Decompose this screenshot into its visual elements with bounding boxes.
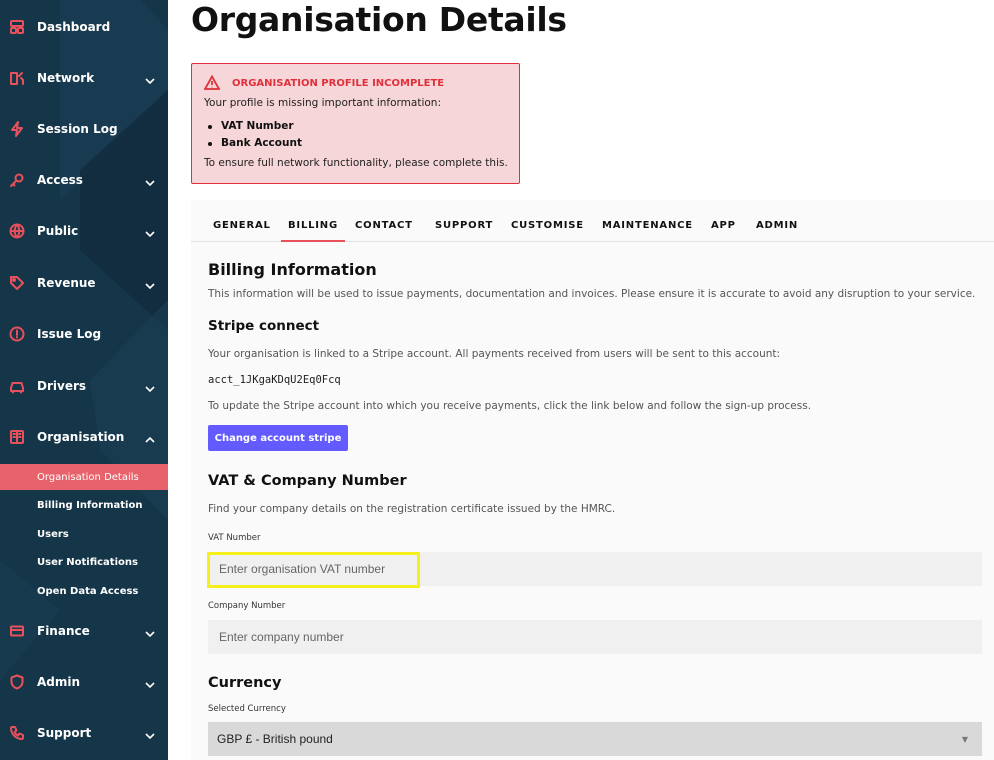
alert-missing-item: VAT Number [204,120,302,137]
stripe-section-title: Stripe connect [208,318,320,334]
settings-card: GENERAL BILLING CONTACT SUPPORT CUSTOMIS… [191,200,994,760]
sidebar-item-label: Revenue [37,276,96,290]
dropdown-arrow-icon: ▼ [961,734,968,744]
currency-select[interactable]: GBP £ - British pound ▼ [208,722,982,756]
vat-number-input[interactable] [208,552,982,586]
car-icon [8,377,26,395]
stripe-update-text: To update the Stripe account into which … [208,400,812,412]
sidebar-item-drivers[interactable]: Drivers [0,366,168,406]
chevron-down-icon [144,380,156,393]
lightning-icon [8,120,26,138]
building-icon [8,428,26,446]
profile-incomplete-alert: ORGANISATION PROFILE INCOMPLETE Your pro… [191,63,520,184]
sidebar-subitem-users[interactable]: Users [0,521,168,547]
sidebar-subitem-label: Open Data Access [37,585,139,597]
company-number-label: Company Number [208,601,286,611]
stripe-linked-text: Your organisation is linked to a Stripe … [208,348,781,360]
key-icon [8,171,26,189]
sidebar-item-session-log[interactable]: Session Log [0,109,168,149]
billing-description: This information will be used to issue p… [208,288,976,300]
sidebar-item-label: Public [37,224,79,238]
page-title: Organisation Details [191,0,567,39]
globe-icon [8,222,26,240]
stripe-account-id: acct_1JKgaKDqU2Eq0Fcq [208,374,341,386]
chevron-down-icon [144,174,156,187]
tab-app[interactable]: APP [711,220,736,231]
sidebar-subitem-label: Billing Information [37,499,143,511]
sidebar-item-public[interactable]: Public [0,211,168,251]
sidebar: Dashboard Network Session Log Access Pub… [0,0,168,760]
chevron-down-icon [144,72,156,85]
chevron-down-icon [144,676,156,689]
sidebar-item-label: Access [37,173,83,187]
tag-icon [8,274,26,292]
alert-footer: To ensure full network functionality, pl… [204,157,508,169]
chevron-down-icon [144,277,156,290]
chevron-down-icon [144,625,156,638]
tab-billing[interactable]: BILLING [281,220,345,242]
tab-bar: GENERAL BILLING CONTACT SUPPORT CUSTOMIS… [191,200,994,242]
sidebar-subitem-billing-information[interactable]: Billing Information [0,492,168,518]
company-number-input[interactable] [208,620,982,654]
currency-selected-value: GBP £ - British pound [217,732,333,746]
sidebar-subitem-label: Organisation Details [37,471,139,483]
card-icon [8,622,26,640]
sidebar-item-issue-log[interactable]: Issue Log [0,314,168,354]
sidebar-item-network[interactable]: Network [0,58,168,98]
sidebar-subitem-label: User Notifications [37,556,138,568]
sidebar-item-label: Drivers [37,379,87,393]
sidebar-subitem-label: Users [37,528,69,540]
tab-support[interactable]: SUPPORT [435,220,493,231]
alert-circle-icon [8,325,26,343]
phone-icon [8,724,26,742]
tab-general[interactable]: GENERAL [213,220,271,231]
sidebar-item-label: Network [37,71,95,85]
sidebar-item-label: Support [37,726,92,740]
shield-icon [8,673,26,691]
warning-triangle-icon [203,74,221,91]
dashboard-icon [8,18,26,36]
chevron-up-icon [144,431,156,443]
sidebar-item-label: Finance [37,624,90,638]
billing-section-title: Billing Information [208,260,377,279]
alert-title: ORGANISATION PROFILE INCOMPLETE [232,78,445,89]
sidebar-subitem-user-notifications[interactable]: User Notifications [0,549,168,575]
sidebar-subitem-open-data-access[interactable]: Open Data Access [0,578,168,604]
sidebar-item-admin[interactable]: Admin [0,662,168,702]
tab-contact[interactable]: CONTACT [355,220,413,231]
alert-missing-item: Bank Account [204,137,302,154]
sidebar-item-label: Organisation [37,430,125,444]
sidebar-item-label: Session Log [37,122,118,136]
sidebar-item-revenue[interactable]: Revenue [0,263,168,303]
vat-section-title: VAT & Company Number [208,473,407,489]
sidebar-item-finance[interactable]: Finance [0,611,168,651]
tab-admin[interactable]: ADMIN [756,220,798,231]
sidebar-item-label: Issue Log [37,327,102,341]
alert-missing-list: VAT Number Bank Account [204,120,302,154]
main-content: Organisation Details ORGANISATION PROFIL… [168,0,994,760]
change-stripe-account-button[interactable]: Change account stripe [208,425,348,451]
alert-intro: Your profile is missing important inform… [204,97,441,109]
network-icon [8,69,26,87]
sidebar-item-organisation[interactable]: Organisation [0,417,168,457]
sidebar-item-access[interactable]: Access [0,160,168,200]
sidebar-item-dashboard[interactable]: Dashboard [0,7,168,47]
sidebar-item-label: Admin [37,675,81,689]
sidebar-item-support[interactable]: Support [0,713,168,753]
chevron-down-icon [144,225,156,238]
vat-number-label: VAT Number [208,533,261,543]
chevron-down-icon [144,727,156,740]
tab-customise[interactable]: CUSTOMISE [511,220,584,231]
vat-section-description: Find your company details on the registr… [208,503,616,515]
tab-maintenance[interactable]: MAINTENANCE [602,220,693,231]
currency-label: Selected Currency [208,704,286,714]
sidebar-item-label: Dashboard [37,20,111,34]
sidebar-subitem-organisation-details[interactable]: Organisation Details [0,464,168,490]
currency-section-title: Currency [208,675,282,691]
